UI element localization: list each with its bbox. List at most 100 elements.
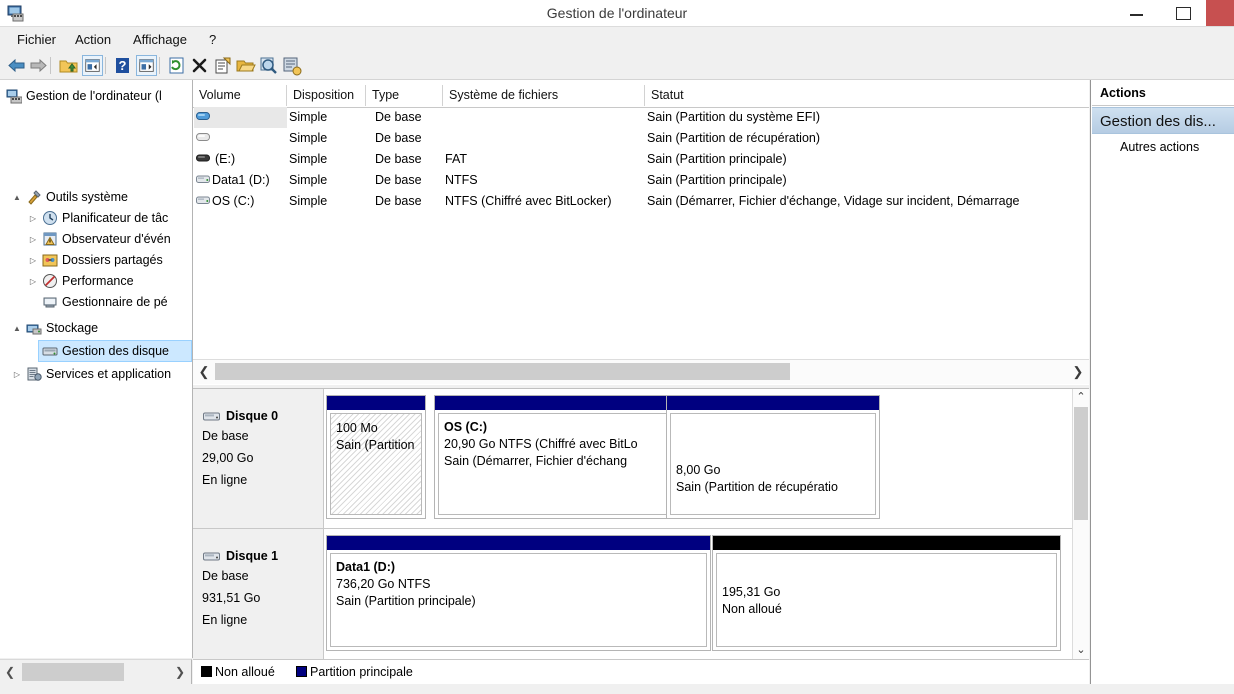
disk-name: Disque 0 — [226, 409, 279, 423]
tree-expander-performance[interactable]: ▷ — [28, 271, 38, 292]
table-row[interactable]: OS (C:) Simple De base NTFS (Chiffré ave… — [193, 191, 1089, 212]
tree-node-outils-systeme[interactable]: Outils système — [26, 187, 128, 208]
menu-help[interactable]: ? — [200, 27, 225, 52]
disk-icon — [203, 412, 220, 421]
disk-scroll-thumb[interactable] — [1074, 407, 1088, 520]
minimize-button[interactable] — [1114, 0, 1160, 26]
refresh-icon[interactable] — [166, 55, 187, 76]
disk-type: De base — [202, 429, 249, 443]
disk-info-0[interactable]: Disque 0 De base 29,00 Go En ligne — [193, 389, 324, 528]
status-bar — [0, 684, 1234, 694]
show-hide-actions-icon[interactable] — [136, 55, 157, 76]
tree-node-gestionnaire-peripheriques[interactable]: Gestionnaire de pé — [42, 292, 168, 313]
menu-fichier[interactable]: Fichier — [8, 27, 65, 52]
disk-vertical-scrollbar[interactable]: ⌃ ⌄ — [1072, 389, 1089, 659]
partition-recovery[interactable]: 8,00 Go Sain (Partition de récupératio — [666, 395, 880, 519]
forward-icon[interactable] — [28, 55, 49, 76]
cell-filesystem — [445, 128, 643, 149]
list-scroll-left-arrow[interactable]: ❮ — [193, 360, 215, 384]
tree-expander-stockage[interactable]: ▲ — [12, 318, 22, 339]
list-scroll-thumb[interactable] — [215, 363, 790, 380]
show-hide-tree-icon[interactable] — [82, 55, 103, 76]
tree-node-performance[interactable]: Performance — [42, 271, 134, 292]
tree-node-gestion-des-disques[interactable]: Gestion des disque — [42, 341, 169, 362]
cell-filesystem: NTFS (Chiffré avec BitLocker) — [445, 194, 612, 208]
partition-efi[interactable]: 100 Mo Sain (Partition — [326, 395, 426, 519]
rescan-icon[interactable] — [258, 55, 279, 76]
disk-management-icon — [42, 347, 58, 356]
actions-header: Actions — [1092, 81, 1234, 106]
actions-pane: Actions Gestion des dis... Autres action… — [1090, 80, 1234, 684]
volume-efi-icon — [196, 112, 210, 120]
partition-os-c[interactable]: OS (C:) 20,90 Go NTFS (Chiffré avec BitL… — [434, 395, 688, 519]
tree-label: Gestionnaire de pé — [62, 295, 168, 310]
open-icon[interactable] — [235, 55, 256, 76]
tree-node-observateur-evenements[interactable]: Observateur d'évén — [42, 229, 171, 250]
column-header-status[interactable]: Statut — [645, 85, 1089, 106]
tree-node-services-et-applications[interactable]: Services et application — [26, 364, 171, 385]
actions-item-disk-management[interactable]: Gestion des dis... — [1092, 107, 1234, 134]
disk-graphical-view: Disque 0 De base 29,00 Go En ligne 100 M… — [193, 388, 1089, 659]
partition-color-bar — [713, 536, 1060, 550]
list-scroll-right-arrow[interactable]: ❯ — [1067, 360, 1089, 384]
up-folder-icon[interactable] — [58, 55, 79, 76]
tree-scroll-right-arrow[interactable]: ❯ — [170, 660, 190, 684]
partition-status: Sain (Partition principale) — [336, 594, 476, 608]
tree-scroll-thumb[interactable] — [22, 663, 124, 681]
svg-text:?: ? — [119, 58, 127, 73]
tree-node-stockage[interactable]: Stockage — [26, 318, 98, 339]
column-header-type[interactable]: Type — [366, 85, 443, 106]
disk-row-0[interactable]: Disque 0 De base 29,00 Go En ligne 100 M… — [193, 389, 1072, 529]
tree-node-planificateur-de-taches[interactable]: Planificateur de tâc — [42, 208, 168, 229]
menu-affichage[interactable]: Affichage — [124, 27, 196, 52]
clock-icon — [43, 211, 57, 225]
help-icon[interactable]: ? — [112, 55, 133, 76]
tree-horizontal-scrollbar[interactable]: ❮ ❯ — [0, 659, 192, 684]
disk-row-1[interactable]: Disque 1 De base 931,51 Go En ligne Data… — [193, 529, 1072, 659]
disk-state: En ligne — [202, 473, 248, 487]
tree-expander-dossiers-partages[interactable]: ▷ — [28, 250, 38, 271]
cell-disposition: Simple — [289, 131, 328, 145]
options-icon[interactable] — [281, 55, 302, 76]
tree-node-computer-management[interactable]: Gestion de l'ordinateur (l — [6, 86, 162, 107]
disk-name: Disque 1 — [226, 549, 279, 563]
cell-type: De base — [375, 131, 422, 145]
delete-icon[interactable] — [189, 55, 210, 76]
tree-expander-observateur[interactable]: ▷ — [28, 229, 38, 250]
tree-expander-planificateur[interactable]: ▷ — [28, 208, 38, 229]
table-row[interactable]: Simple De base Sain (Partition du systèm… — [193, 107, 1089, 128]
cell-type: De base — [375, 152, 422, 166]
properties-icon[interactable] — [212, 55, 233, 76]
back-icon[interactable] — [6, 55, 27, 76]
disk-icon — [203, 552, 220, 561]
column-header-filesystem[interactable]: Système de fichiers — [443, 85, 645, 106]
close-button[interactable] — [1206, 0, 1234, 26]
partition-status: Sain (Démarrer, Fichier d'échang — [444, 454, 628, 468]
event-viewer-icon — [43, 232, 57, 246]
column-header-disposition[interactable]: Disposition — [287, 85, 366, 106]
table-row[interactable]: Data1 (D:) Simple De base NTFS Sain (Par… — [193, 170, 1089, 191]
partition-data1-d[interactable]: Data1 (D:) 736,20 Go NTFS Sain (Partitio… — [326, 535, 711, 651]
maximize-button[interactable] — [1160, 0, 1206, 26]
partition-body: 100 Mo Sain (Partition — [330, 413, 422, 515]
table-row[interactable]: (E:) Simple De base FAT Sain (Partition … — [193, 149, 1089, 170]
cell-disposition: Simple — [289, 173, 328, 187]
tree-scroll-left-arrow[interactable]: ❮ — [0, 660, 20, 684]
disk-scroll-down-arrow[interactable]: ⌄ — [1073, 642, 1089, 659]
tools-icon — [28, 190, 41, 205]
tree-node-dossiers-partages[interactable]: Dossiers partagés — [42, 250, 163, 271]
menu-action[interactable]: Action — [66, 27, 120, 52]
column-header-volume[interactable]: Volume — [193, 85, 287, 106]
cell-status: Sain (Partition de récupération) — [647, 131, 821, 145]
disk-info-1[interactable]: Disque 1 De base 931,51 Go En ligne — [193, 529, 324, 659]
volume-list-horizontal-scrollbar[interactable]: ❮ ❯ — [193, 359, 1089, 384]
tree-expander-outils-systeme[interactable]: ▲ — [12, 187, 22, 208]
disk-scroll-up-arrow[interactable]: ⌃ — [1073, 389, 1089, 406]
actions-item-more-actions[interactable]: Autres actions — [1092, 136, 1234, 158]
partition-unallocated[interactable]: 195,31 Go Non alloué — [712, 535, 1061, 651]
toolbar: ? — [0, 52, 1234, 80]
partition-label: OS (C:) — [444, 420, 488, 434]
tree-label: Observateur d'évén — [62, 232, 171, 247]
tree-expander-services[interactable]: ▷ — [12, 364, 22, 385]
table-row[interactable]: Simple De base Sain (Partition de récupé… — [193, 128, 1089, 149]
